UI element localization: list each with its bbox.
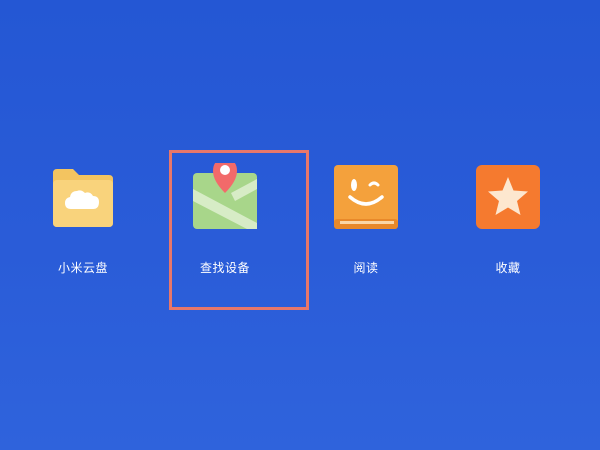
- app-find-device[interactable]: 查找设备: [170, 163, 280, 276]
- app-grid: 小米云盘 查找设备 阅读 收藏: [0, 0, 600, 450]
- app-label: 查找设备: [199, 261, 250, 275]
- app-mi-cloud-drive[interactable]: 小米云盘: [28, 163, 138, 276]
- cloud-folder-icon: [53, 169, 113, 227]
- app-label: 小米云盘: [57, 261, 108, 275]
- app-label: 阅读: [353, 261, 379, 275]
- app-reading[interactable]: 阅读: [311, 163, 421, 276]
- book-smile-icon: [334, 165, 398, 229]
- star-icon: [476, 165, 540, 229]
- app-favorites[interactable]: 收藏: [453, 163, 563, 276]
- map-pin-icon: [193, 163, 257, 229]
- app-label: 收藏: [495, 261, 521, 275]
